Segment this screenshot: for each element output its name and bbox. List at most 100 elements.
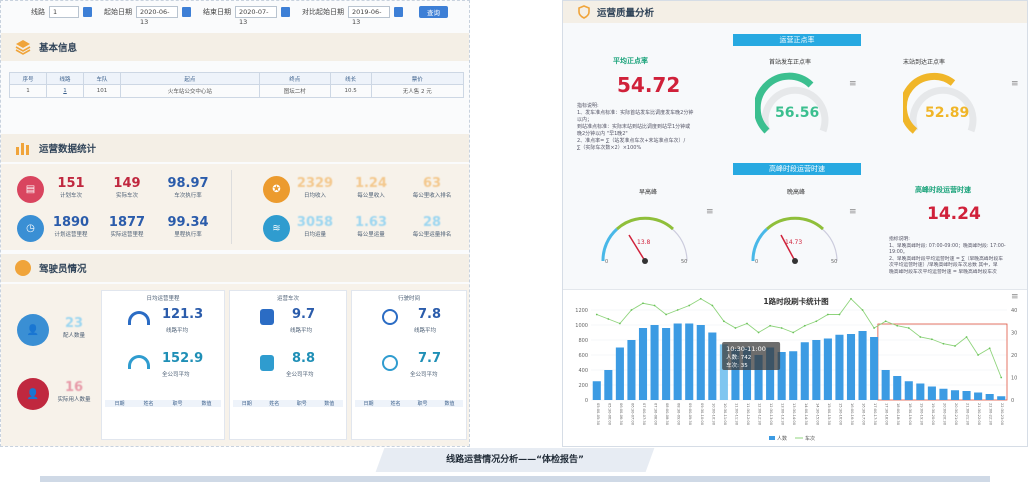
depart-on-time-value: 56.56 [775,105,820,121]
bar-people [916,383,925,400]
speedometer-icon [128,355,150,369]
compare-date-label: 对比起始日期 [302,8,344,16]
x-tick-label: 22:00-22:30 [989,403,993,426]
notes-line: 晚高峰时段车次平均运营时速 = 早晚高峰时段车次 [889,269,997,275]
notes-line: 2、准点率= ∑（站发准点车次+末站准点车次）/ [577,138,686,144]
gauge-tick: 0 [605,259,609,265]
quality-title: 运营质量分析 [597,8,655,19]
user-icon: 👤 [17,378,49,410]
table-row: 1 1 101 火车站公交中心站 图坛二村 10.5 无人售 2 元 [8,84,464,98]
clock-icon [382,309,398,325]
x-tick-label: 21:00-21:30 [966,403,970,426]
gauge-tick: 0 [755,259,759,265]
line-select[interactable]: 1 [49,6,79,18]
bar-people [927,386,936,400]
user-icon: 👤 [17,314,49,346]
calendar-icon[interactable] [182,7,191,17]
assigned-drivers: 23 配人数量 [55,316,93,339]
bar-people [997,396,1006,400]
search-button[interactable]: 查询 [419,6,448,18]
point-trips [884,320,887,323]
medal-icon: ✪ [263,176,290,203]
x-tick-label: 07:30-08:00 [654,403,658,426]
bus-icon: ▤ [17,176,44,203]
legend-swatch-people [769,436,775,440]
point-trips [607,318,610,320]
point-trips [757,331,760,334]
km-rate-label: 里程执行率 [174,232,202,238]
menu-icon[interactable]: ≡ [1011,79,1019,89]
left-dashboard-panel: 线路 1 起始日期 2020-06-13 结束日期 2020-07-13 对比起… [0,0,470,447]
hours-line-label: 线路平均 [414,328,437,334]
income-per-km-value: 1.24 [354,176,388,191]
peak-notes: 指标说明: 1、早晚高峰时段: 07:00-09:00；晚高峰时段: 17:00… [889,237,1023,276]
line-link[interactable]: 1 [46,84,85,98]
trips-actual-value: 149 [113,176,141,191]
x-tick-label: 08:30-09:00 [677,403,681,426]
point-trips [930,338,933,341]
card-stats-chart: 0 200 400 600 800 1000 1200 0 10 20 30 40 05:00-05:3… [575,297,1017,442]
table-header: 序号 [8,72,48,85]
income-value: 2329 [296,176,334,191]
drivers-body: 👤 23 配人数量 👤 16 实际用人数量 日均运营里程 121.3 线路平均 … [1,284,469,446]
hours-line-value: 7.8 [418,307,442,322]
trips-rate-value: 98.97 [167,176,209,191]
actual-drivers: 16 实际用人数量 [51,380,97,403]
km-rate-value: 99.34 [167,215,209,230]
calendar-icon[interactable] [394,7,403,17]
trips-actual: 149 实际车次 [105,176,149,199]
menu-icon[interactable]: ≡ [706,207,714,217]
bar-people [823,338,832,400]
tooltip-trips: 车次: 35 [726,361,748,369]
passengers-value: 3058 [296,215,334,230]
dropdown-icon[interactable] [83,7,92,17]
bar-people [950,390,960,400]
trips-company-label: 全公司平均 [286,372,314,378]
mileage-title: 日均运营里程 [146,296,180,302]
mini-table-header: 日期 姓名 职号 数值 [233,400,343,407]
point-trips [595,313,598,316]
passengers-per-km-value: 1.63 [354,215,388,230]
hours-company-label: 全公司平均 [410,372,438,378]
evening-speed-gauge [751,216,838,264]
point-trips [699,297,702,300]
point-trips [630,309,633,311]
x-tick-label: 14:00-14:30 [804,403,808,426]
end-date-input[interactable]: 2020-07-13 [235,6,277,26]
x-tick-label: 11:00-11:30 [734,403,738,426]
ops-stats-title: 运营数据统计 [39,144,97,155]
bar-people [650,325,659,400]
y-tick-label-right: 40 [1011,308,1017,314]
km-planned: 1890 计划运营里程 [47,215,95,238]
menu-icon[interactable]: ≡ [849,207,857,217]
punctuality-bar: 运营正点率 [733,34,861,46]
start-date-input[interactable]: 2020-06-13 [136,6,178,26]
point-trips [896,324,899,327]
calendar-icon[interactable] [281,7,290,17]
ops-stats-body: ▤ ◷ 151 计划车次 149 实际车次 98.97 车次执行率 1890 计… [1,164,469,250]
table-header: 数值 [444,401,455,407]
start-date-label: 起始日期 [104,8,132,16]
table-header: 数值 [201,401,212,407]
bar-people [985,394,994,400]
bar-people [870,337,879,400]
income-per-km-label: 每公里收入 [357,193,385,199]
actual-label: 实际用人数量 [57,397,91,403]
x-tick-label: 13:30-14:00 [792,403,796,426]
compare-date-input[interactable]: 2019-06-13 [348,6,390,26]
x-tick-label: 06:00-06:30 [619,403,623,426]
y-tick-label-left: 1000 [575,323,588,329]
drivers-header: 驾驶员情况 [1,254,469,282]
table-header: 日期 [363,401,374,407]
mileage-card: 日均运营里程 121.3 线路平均 152.9 全公司平均 [101,290,225,440]
table-cell: 101 [83,84,122,98]
y-tick-label-left: 1200 [575,308,588,314]
bar-people [858,331,867,400]
point-trips [618,322,621,325]
km-actual-label: 实际运营里程 [110,232,144,238]
menu-icon[interactable]: ≡ [849,79,857,89]
x-tick-label: 11:30-12:00 [746,403,750,426]
table-header: 职号 [172,401,183,407]
point-trips [965,336,968,338]
assigned-label: 配人数量 [62,333,85,339]
